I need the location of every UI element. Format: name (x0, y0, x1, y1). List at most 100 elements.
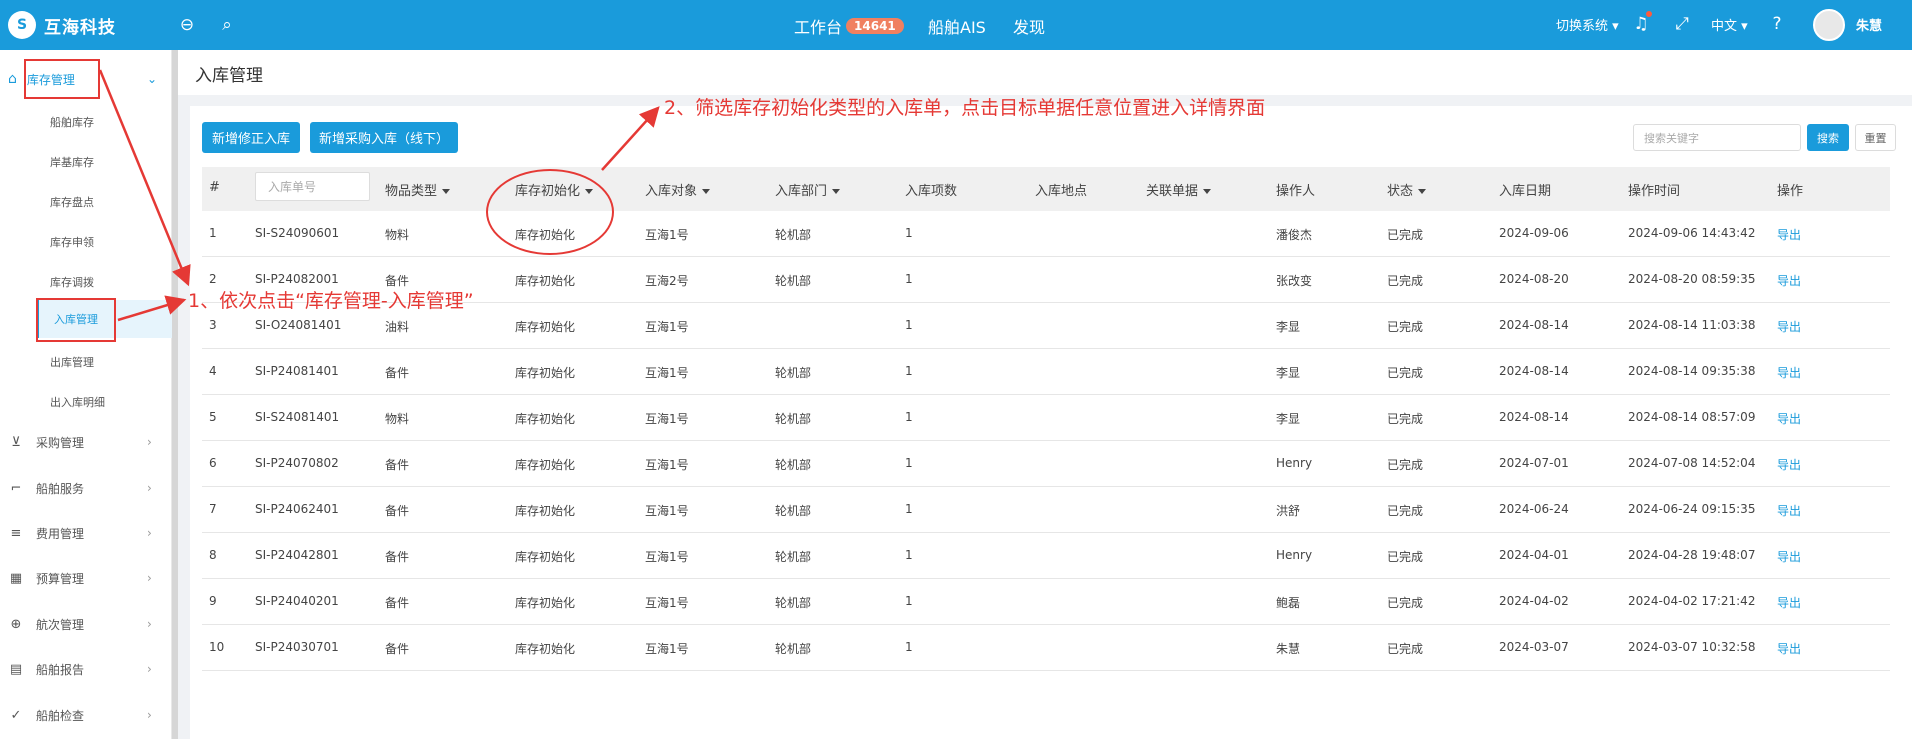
th-index: # (209, 180, 220, 195)
cell-target: 互海1号 (645, 320, 689, 334)
cell-operator: Henry (1276, 456, 1313, 470)
export-link[interactable]: 导出 (1777, 594, 1801, 611)
reset-button[interactable]: 重置 (1855, 124, 1896, 151)
add-purchase-inbound-button[interactable]: 新增采购入库（线下） (310, 122, 458, 153)
cell-time: 2024-04-28 19:48:07 (1628, 548, 1756, 562)
export-link[interactable]: 导出 (1777, 410, 1801, 427)
cell-time: 2024-04-02 17:21:42 (1628, 594, 1756, 608)
export-link[interactable]: 导出 (1777, 640, 1801, 657)
ais-nav[interactable]: 船舶AIS (928, 14, 986, 38)
notification-dot (1646, 11, 1652, 17)
th-item-type-label: 物品类型 (385, 184, 438, 199)
table-row[interactable]: 4 SI-P24081401 备件 库存初始化 互海1号 轮机部 1 李显 已完成 2024-08… (202, 349, 1890, 395)
sidebar-item-requisition[interactable]: 库存申领 (50, 234, 94, 250)
back-icon[interactable]: ⊖ (176, 14, 198, 36)
cart-icon: ⊻ (11, 434, 21, 450)
th-target[interactable]: 入库对象 (645, 180, 711, 199)
th-item-type[interactable]: 物品类型 (385, 180, 451, 199)
export-link[interactable]: 导出 (1777, 364, 1801, 381)
cell-status: 已完成 (1387, 228, 1424, 242)
table-row[interactable]: 9 SI-P24040201 备件 库存初始化 互海1号 轮机部 1 鲍磊 已完成 2024-04… (202, 579, 1890, 625)
table-row[interactable]: 6 SI-P24070802 备件 库存初始化 互海1号 轮机部 1 Henry 已完成 2024… (202, 441, 1890, 487)
help-icon[interactable]: ? (1766, 13, 1788, 35)
search-input[interactable]: 搜索关键字 (1633, 124, 1801, 151)
export-link[interactable]: 导出 (1777, 272, 1801, 289)
sidebar-group-expense[interactable]: ≡ 费用管理 › (0, 518, 172, 548)
cell-type: 备件 (385, 596, 410, 610)
cell-date: 2024-08-14 (1499, 364, 1569, 378)
sidebar-group-label: 船舶检查 (36, 708, 85, 723)
sidebar-item-transfer[interactable]: 库存调拨 (50, 274, 94, 290)
cell-target: 互海1号 (645, 412, 689, 426)
table-row[interactable]: 10 SI-P24030701 备件 库存初始化 互海1号 轮机部 1 朱慧 已完成 2024-0… (202, 625, 1890, 671)
sidebar-item-inout-detail[interactable]: 出入库明细 (50, 394, 105, 410)
cell-type: 备件 (385, 642, 410, 656)
cell-operator: 潘俊杰 (1276, 228, 1313, 242)
cell-dept: 轮机部 (775, 228, 812, 242)
workbench-label: 工作台 (794, 18, 843, 37)
cell-target: 互海2号 (645, 274, 689, 288)
export-link[interactable]: 导出 (1777, 226, 1801, 243)
export-link[interactable]: 导出 (1777, 502, 1801, 519)
annotation-box-inbound-menu (36, 298, 116, 342)
order-number-filter-input[interactable]: 入库单号 (255, 172, 370, 201)
cell-date: 2024-04-02 (1499, 594, 1569, 608)
switch-system-dropdown[interactable]: 切换系统 ▾ (1556, 15, 1619, 34)
export-link[interactable]: 导出 (1777, 456, 1801, 473)
sidebar-group-ship-report[interactable]: ▤ 船舶报告 › (0, 654, 172, 684)
th-dept[interactable]: 入库部门 (775, 180, 841, 199)
search-button[interactable]: 搜索 (1807, 124, 1849, 151)
cell-init: 库存初始化 (515, 412, 576, 426)
discover-nav[interactable]: 发现 (1013, 14, 1045, 38)
sidebar-group-label: 航次管理 (36, 617, 85, 632)
annotation-step1: 1、依次点击“库存管理-入库管理” (188, 290, 474, 312)
cell-operator: 李显 (1276, 320, 1301, 334)
th-operator: 操作人 (1276, 184, 1316, 199)
sidebar-group-purchase[interactable]: ⊻ 采购管理 › (0, 427, 172, 457)
table-row[interactable]: 5 SI-S24081401 物料 库存初始化 互海1号 轮机部 1 李显 已完成 2024-08… (202, 395, 1890, 441)
avatar[interactable] (1813, 9, 1845, 41)
caret-down-icon (832, 189, 841, 194)
sidebar-item-ship-inventory[interactable]: 船舶库存 (50, 114, 94, 130)
sidebar-item-stocktaking[interactable]: 库存盘点 (50, 194, 94, 210)
cell-target: 互海1号 (645, 366, 689, 380)
cell-operator: 李显 (1276, 412, 1301, 426)
th-location: 入库地点 (1035, 184, 1088, 199)
table-row[interactable]: 1 SI-S24090601 物料 库存初始化 互海1号 轮机部 1 潘俊杰 已完成 2024-0… (202, 211, 1890, 257)
table-row[interactable]: 8 SI-P24042801 备件 库存初始化 互海1号 轮机部 1 Henry 已完成 2024… (202, 533, 1890, 579)
sidebar-group-budget[interactable]: ▦ 预算管理 › (0, 563, 172, 593)
sidebar-group-label: 预算管理 (36, 571, 85, 586)
sidebar-item-shore-inventory[interactable]: 岸基库存 (50, 154, 94, 170)
fullscreen-icon[interactable]: ⤢ (1671, 13, 1693, 35)
th-related[interactable]: 关联单据 (1146, 180, 1212, 199)
add-correction-inbound-button[interactable]: 新增修正入库 (202, 122, 300, 153)
export-link[interactable]: 导出 (1777, 318, 1801, 335)
globe-icon: ⊕ (10, 616, 22, 632)
cell-no: SI-P24062401 (255, 502, 339, 516)
language-label: 中文 (1711, 19, 1738, 34)
cell-operator: 李显 (1276, 366, 1301, 380)
cell-init: 库存初始化 (515, 504, 576, 518)
cell-no: SI-P24030701 (255, 640, 339, 654)
sidebar-group-ship-inspection[interactable]: ✓ 船舶检查 › (0, 700, 172, 730)
caret-down-icon (1418, 189, 1427, 194)
cell-count: 1 (905, 456, 913, 470)
user-name[interactable]: 朱慧 (1856, 15, 1882, 34)
search-icon[interactable]: ⌕ (216, 14, 238, 36)
chevron-right-icon: › (147, 662, 152, 676)
sidebar-item-outbound[interactable]: 出库管理 (50, 354, 94, 370)
sidebar-group-ship-service[interactable]: ⌐ 船舶服务 › (0, 473, 172, 503)
cell-dept: 轮机部 (775, 642, 812, 656)
workbench-nav[interactable]: 工作台 14641 (794, 14, 904, 38)
cell-no: SI-P24070802 (255, 456, 339, 470)
cell-no: SI-P24082001 (255, 272, 339, 286)
switch-system-label: 切换系统 (1556, 19, 1609, 34)
th-status[interactable]: 状态 (1387, 180, 1427, 199)
export-link[interactable]: 导出 (1777, 548, 1801, 565)
sidebar-group-voyage[interactable]: ⊕ 航次管理 › (0, 609, 172, 639)
table-row[interactable]: 7 SI-P24062401 备件 库存初始化 互海1号 轮机部 1 洪舒 已完成 2024-06… (202, 487, 1890, 533)
cell-idx: 3 (209, 318, 217, 332)
th-dept-label: 入库部门 (775, 184, 828, 199)
language-dropdown[interactable]: 中文 ▾ (1711, 15, 1748, 34)
th-action: 操作 (1777, 184, 1804, 199)
